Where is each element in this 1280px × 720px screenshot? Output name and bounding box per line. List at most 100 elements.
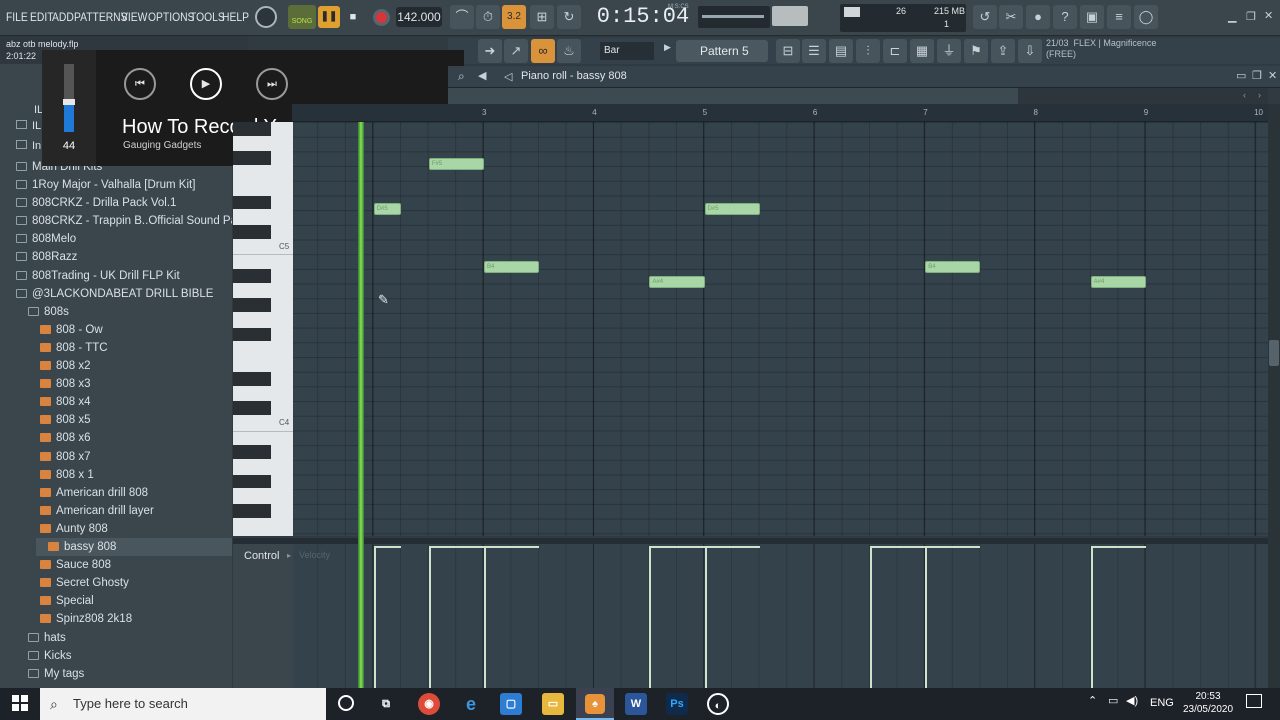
record-button[interactable] <box>373 9 390 26</box>
piano-roll-overview[interactable]: ‹ › <box>448 88 1268 104</box>
control-arrow-icon[interactable]: ▸ <box>287 551 291 560</box>
browser-item[interactable]: 808 x7 <box>0 448 232 466</box>
arrow-right-icon[interactable]: ➜ <box>478 39 502 63</box>
plugin-database-icon[interactable]: ▦ <box>910 39 934 63</box>
browser-item[interactable]: hats <box>0 629 232 647</box>
word-icon[interactable]: W <box>625 693 647 715</box>
velocity-bar[interactable] <box>373 546 376 688</box>
browser-item[interactable]: 808 x5 <box>0 411 232 429</box>
step-edit-icon[interactable]: ⊞ <box>530 5 554 29</box>
piano-keyboard[interactable]: C5 C4 <box>233 122 293 536</box>
windows-start-icon[interactable] <box>12 695 28 711</box>
plugin-picker-icon[interactable]: ⊟ <box>776 39 800 63</box>
draw-tool-icon[interactable]: ↗ <box>504 39 528 63</box>
show-hidden-icons-icon[interactable]: ⌃ <box>1088 694 1097 707</box>
task-view-icon[interactable]: ⧉ <box>375 693 397 715</box>
velocity-lane[interactable]: Velocity <box>293 544 1268 688</box>
browser-item[interactable]: 808s <box>0 303 232 321</box>
plug-icon[interactable]: ⏚ <box>937 39 961 63</box>
black-key[interactable] <box>233 401 271 415</box>
scroll-left-icon[interactable]: ‹ <box>1243 90 1246 100</box>
note-grid[interactable]: D#5F#5B4A#4D#5A#5B4A#4 <box>293 122 1268 536</box>
save-icon[interactable]: ▣ <box>1080 5 1104 29</box>
volume-slider[interactable] <box>63 64 75 132</box>
mixer-icon[interactable]: ≡ <box>1107 5 1131 29</box>
channel-rack-icon[interactable]: ▤ <box>829 39 853 63</box>
tempo-display[interactable]: 142.000 <box>396 7 442 27</box>
browser-item[interactable]: 808Razz <box>0 248 232 266</box>
browser-icon[interactable]: ⊏ <box>883 39 907 63</box>
piano-roll-note[interactable]: D#5 <box>373 202 402 215</box>
browser-item[interactable]: 808CRKZ - Drilla Pack Vol.1 <box>0 194 232 212</box>
velocity-bar[interactable] <box>484 546 486 688</box>
wait-for-input-icon[interactable]: ⏱ <box>476 5 500 29</box>
browser-item[interactable]: Spinz808 2k18 <box>0 610 232 628</box>
browser-item[interactable]: Aunty 808 <box>0 520 232 538</box>
menu-patterns[interactable]: PATTERNS <box>74 0 128 34</box>
browser-item[interactable]: Secret Ghosty <box>0 574 232 592</box>
menu-tools[interactable]: TOOLS <box>190 0 225 34</box>
help-icon[interactable]: ? <box>1053 5 1077 29</box>
browser-item[interactable]: American drill 808 <box>0 484 232 502</box>
browser-item[interactable]: 808Trading - UK Drill FLP Kit <box>0 267 232 285</box>
loop-record-icon[interactable]: ↻ <box>557 5 581 29</box>
paint-icon[interactable]: ♨ <box>557 39 581 63</box>
restore-icon[interactable]: ❐ <box>1246 10 1256 23</box>
fl-studio-taskbar-item[interactable]: ♠ <box>576 688 614 720</box>
black-key[interactable] <box>233 504 271 518</box>
black-key[interactable] <box>233 298 271 313</box>
pause-button[interactable]: ❚❚ <box>318 6 340 28</box>
taskbar-clock[interactable]: 20:53 23/05/2020 <box>1176 690 1240 716</box>
scroll-right-icon[interactable]: › <box>1258 90 1261 100</box>
previous-track-button[interactable]: ⏮ <box>124 68 156 100</box>
menu-edit[interactable]: EDIT <box>30 0 54 34</box>
velocity-bar[interactable] <box>428 546 431 688</box>
vertical-scrollbar[interactable] <box>1268 104 1280 688</box>
play-button[interactable]: ▶ <box>190 68 222 100</box>
menu-view[interactable]: VIEW <box>121 0 147 34</box>
browser-item[interactable]: 808 x 1 <box>0 466 232 484</box>
mixer-view-icon[interactable]: ⫶ <box>856 39 880 63</box>
link-icon[interactable]: ∞ <box>531 39 555 63</box>
stop-button[interactable]: ■ <box>344 6 362 28</box>
piano-roll-note[interactable]: D#5 <box>704 202 760 215</box>
black-key[interactable] <box>233 151 271 166</box>
notifications-icon[interactable] <box>1246 694 1262 708</box>
browser-item[interactable]: 808 x2 <box>0 357 232 375</box>
store-icon[interactable]: ▢ <box>500 693 522 715</box>
volume-icon[interactable]: ◁ <box>504 70 512 83</box>
menu-file[interactable]: FILE <box>6 0 28 34</box>
velocity-bar[interactable] <box>925 546 928 688</box>
play-pattern-icon[interactable]: ▶ <box>664 42 671 53</box>
piano-roll-minimize-icon[interactable]: ▭ <box>1236 69 1246 82</box>
black-key[interactable] <box>233 269 271 283</box>
browser-item[interactable]: 808 - TTC <box>0 339 232 357</box>
browser-item[interactable]: 808 x3 <box>0 375 232 393</box>
power-icon[interactable]: ▭ <box>1108 694 1118 707</box>
menu-help[interactable]: HELP <box>222 0 249 34</box>
browser-item[interactable]: American drill layer <box>0 502 232 520</box>
playlist-icon[interactable]: ☰ <box>802 39 826 63</box>
upload-icon[interactable]: ⇪ <box>991 39 1015 63</box>
playhead[interactable] <box>358 122 364 688</box>
control-label[interactable]: Control <box>244 550 279 562</box>
metronome-icon[interactable]: ⌒ <box>450 5 474 29</box>
browser-item[interactable]: 808 - Ow <box>0 321 232 339</box>
next-track-button[interactable]: ⏭ <box>256 68 288 100</box>
menu-options[interactable]: OPTIONS <box>148 0 194 34</box>
master-volume-knob[interactable] <box>255 6 277 28</box>
chrome-icon[interactable]: ◉ <box>418 693 440 715</box>
browser-item[interactable]: Kicks <box>0 647 232 665</box>
speaker-icon[interactable]: ◀ <box>478 69 486 82</box>
black-key[interactable] <box>233 224 271 239</box>
microphone-icon[interactable]: ● <box>1026 5 1050 29</box>
black-key[interactable] <box>233 195 271 210</box>
browser-item[interactable]: My tags <box>0 665 232 683</box>
browser-item[interactable]: 808CRKZ - Trappin B..Official Sound Pack <box>0 212 232 230</box>
pattern-song-toggle[interactable]: SONG <box>288 5 316 29</box>
piano-roll-note[interactable]: A#4 <box>1090 276 1146 288</box>
menu-add[interactable]: ADD <box>52 0 74 34</box>
speaker-icon[interactable]: ◀) <box>1126 694 1138 707</box>
piano-roll-restore-icon[interactable]: ❐ <box>1252 69 1262 82</box>
cortana-icon[interactable] <box>338 695 354 711</box>
